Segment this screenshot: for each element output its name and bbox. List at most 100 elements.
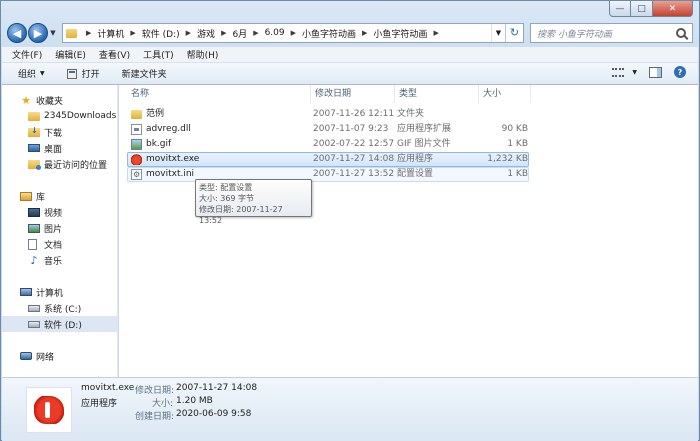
address-bar[interactable]: ▶ 计算机 ▶ 软件 (D:) ▶ 游戏 ▶ 6月 ▶ 6.09 ▶ 小鱼字符动… <box>62 23 524 43</box>
address-row: ◀ ▶ ▼ ▶ 计算机 ▶ 软件 (D:) ▶ 游戏 ▶ 6月 ▶ 6.09 ▶… <box>7 22 693 44</box>
nav-item-videos[interactable]: 视频 <box>2 204 118 220</box>
details-pane: movitxt.exe 应用程序 修改日期: 2007-11-27 14:08 … <box>2 377 698 441</box>
nav-computer[interactable]: 计算机 <box>2 284 118 300</box>
desktop-icon <box>28 144 40 152</box>
breadcrumb-separator-icon[interactable]: ▶ <box>130 29 135 37</box>
navigation-pane[interactable]: ★ 收藏夹 2345Downloads 下载 桌面 最近访问的位置 库 视频 <box>2 85 118 377</box>
file-thumbnail <box>26 387 72 433</box>
nav-item-2345downloads[interactable]: 2345Downloads <box>2 108 118 124</box>
tooltip-modified: 修改日期: 2007-11-27 13:52 <box>199 205 283 225</box>
file-name-cell: 范例 <box>131 108 164 121</box>
menu-bar: 文件(F) 编辑(E) 查看(V) 工具(T) 帮助(H) <box>2 47 698 63</box>
file-row-advreg-dll[interactable]: advreg.dll 2007-11-07 9:23 应用程序扩展 90 KB <box>127 122 529 137</box>
menu-tools[interactable]: 工具(T) <box>143 48 174 61</box>
menu-view[interactable]: 查看(V) <box>99 48 130 61</box>
refresh-icon[interactable]: ↻ <box>505 24 523 42</box>
nav-item-drive-d[interactable]: 软件 (D:) <box>2 316 118 332</box>
file-size: 1,232 KB <box>487 154 528 164</box>
nav-item-label: 最近访问的位置 <box>44 160 108 171</box>
file-row-movitxt-exe[interactable]: movitxt.exe 2007-11-27 14:08 应用程序 1,232 … <box>127 152 529 167</box>
nav-item-documents[interactable]: 文档 <box>2 236 118 252</box>
back-button[interactable]: ◀ <box>7 23 27 43</box>
breadcrumb-drive-d[interactable]: 软件 (D:) <box>142 27 180 40</box>
breadcrumb-fish-anim-current[interactable]: 小鱼字符动画 <box>373 27 427 40</box>
breadcrumb-separator-icon[interactable]: ▶ <box>86 29 91 37</box>
search-icon[interactable] <box>676 28 686 38</box>
recent-pages-dropdown[interactable]: ▼ <box>48 29 58 37</box>
details-modified-label: 修改日期: <box>135 386 175 396</box>
nav-favorites[interactable]: ★ 收藏夹 <box>2 92 118 108</box>
close-button[interactable]: ✕ <box>653 1 693 17</box>
network-icon <box>20 352 32 360</box>
breadcrumb-separator-icon[interactable]: ▶ <box>291 29 296 37</box>
file-row-movitxt-ini[interactable]: movitxt.ini 2007-11-27 13:52 配置设置 1 KB <box>127 167 529 182</box>
explorer-window: — □ ✕ ◀ ▶ ▼ ▶ 计算机 ▶ 软件 (D:) ▶ 游戏 ▶ 6月 ▶ … <box>0 0 700 441</box>
nav-item-music[interactable]: ♪ 音乐 <box>2 252 118 268</box>
menu-file[interactable]: 文件(F) <box>12 48 42 61</box>
open-button[interactable]: 打开 <box>66 67 100 80</box>
nav-item-recent-places[interactable]: 最近访问的位置 <box>2 156 118 172</box>
address-controls: ▼ ↻ <box>491 24 523 42</box>
column-name[interactable]: 名称 <box>127 85 311 103</box>
file-row-bk-gif[interactable]: bk.gif 2002-07-22 12:57 GIF 图片文件 1 KB <box>127 137 529 152</box>
breadcrumb-games[interactable]: 游戏 <box>197 27 215 40</box>
open-icon <box>66 68 77 79</box>
dll-file-icon <box>131 124 142 135</box>
view-options-chevron-icon[interactable]: ▼ <box>632 69 637 76</box>
column-type[interactable]: 类型 <box>395 85 479 103</box>
column-date[interactable]: 修改日期 <box>311 85 395 103</box>
open-label: 打开 <box>81 70 100 80</box>
breadcrumb-separator-icon[interactable]: ▶ <box>433 29 438 37</box>
new-folder-button[interactable]: 新建文件夹 <box>122 67 167 80</box>
file-size: 90 KB <box>501 124 528 134</box>
nav-libraries-label: 库 <box>36 192 46 203</box>
view-controls: ▼ ? <box>612 66 686 78</box>
forward-button[interactable]: ▶ <box>28 23 48 43</box>
breadcrumb-fish-anim-parent[interactable]: 小鱼字符动画 <box>302 27 356 40</box>
file-row-sample-folder[interactable]: 范例 2007-11-26 12:11 文件夹 <box>127 107 529 122</box>
breadcrumb-june[interactable]: 6月 <box>232 27 247 40</box>
nav-item-label: 桌面 <box>44 144 63 155</box>
breadcrumb-separator-icon[interactable]: ▶ <box>362 29 367 37</box>
chevron-down-icon: ▼ <box>40 70 45 77</box>
nav-item-downloads[interactable]: 下载 <box>2 124 118 140</box>
maximize-button[interactable]: □ <box>631 1 653 17</box>
ini-file-icon <box>131 168 142 181</box>
folder-icon <box>28 111 40 121</box>
file-date: 2002-07-22 12:57 <box>313 139 395 149</box>
file-name: movitxt.ini <box>146 169 195 179</box>
breadcrumb-separator-icon[interactable]: ▶ <box>253 29 258 37</box>
breadcrumb-computer[interactable]: 计算机 <box>97 27 124 40</box>
breadcrumb-6-09[interactable]: 6.09 <box>265 28 285 38</box>
details-created-value: 2020-06-09 9:58 <box>176 409 252 419</box>
hard-drive-icon <box>28 304 40 312</box>
details-modified-value: 2007-11-27 14:08 <box>176 383 258 393</box>
breadcrumb-separator-icon[interactable]: ▶ <box>186 29 191 37</box>
hard-drive-icon <box>28 320 40 328</box>
nav-libraries[interactable]: 库 <box>2 188 118 204</box>
organize-button[interactable]: 组织 ▼ <box>18 67 45 80</box>
breadcrumb-separator-icon[interactable]: ▶ <box>221 29 226 37</box>
column-size[interactable]: 大小 <box>479 85 531 103</box>
details-size-label: 大小: <box>152 399 174 409</box>
nav-item-desktop[interactable]: 桌面 <box>2 140 118 156</box>
preview-pane-icon[interactable] <box>649 66 662 78</box>
address-dropdown-icon[interactable]: ▼ <box>491 24 505 42</box>
minimize-button[interactable]: — <box>609 1 631 17</box>
nav-computer-label: 计算机 <box>36 288 64 299</box>
documents-library-icon <box>28 238 37 250</box>
nav-item-label: 视频 <box>44 208 63 219</box>
search-input[interactable]: 搜索 小鱼字符动画 <box>530 23 693 43</box>
file-type: 应用程序 <box>397 154 434 164</box>
tooltip-size: 大小: 369 字节 <box>199 194 255 203</box>
file-name: advreg.dll <box>146 124 191 134</box>
nav-favorites-label: 收藏夹 <box>36 96 64 107</box>
nav-network[interactable]: 网络 <box>2 348 118 364</box>
menu-help[interactable]: 帮助(H) <box>187 48 219 61</box>
menu-edit[interactable]: 编辑(E) <box>55 48 86 61</box>
file-list[interactable]: 名称 修改日期 类型 大小 范例 2007-11-26 12:11 文件夹 ad… <box>119 85 698 377</box>
help-icon[interactable]: ? <box>674 66 686 78</box>
change-view-icon[interactable] <box>612 67 625 77</box>
nav-item-drive-c[interactable]: 系统 (C:) <box>2 300 118 316</box>
nav-item-pictures[interactable]: 图片 <box>2 220 118 236</box>
